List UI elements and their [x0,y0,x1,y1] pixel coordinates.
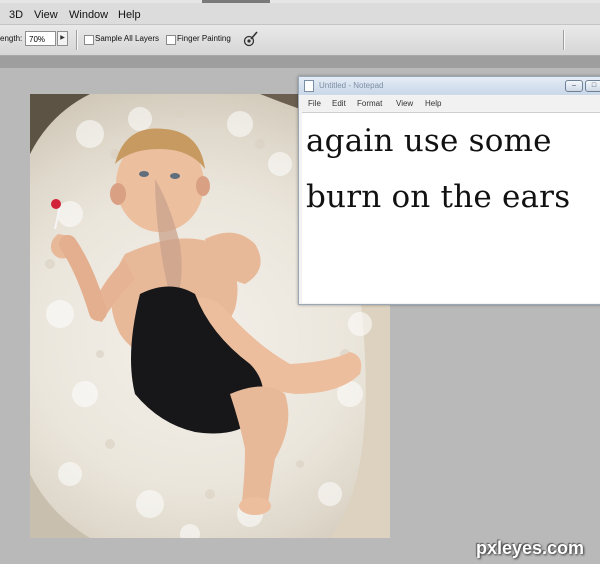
strength-input[interactable]: 70% [25,31,56,46]
brush-pressure-icon[interactable] [242,30,260,48]
separator [563,30,565,50]
menu-bar: 3D View Window Help [0,0,600,25]
notepad-text-line: again use some [306,123,552,159]
notepad-title: Untitled - Notepad [319,81,384,90]
document-frame-bar [0,56,600,68]
notepad-text-line: burn on the ears [306,179,571,215]
maximize-button[interactable]: □ [585,80,600,92]
strength-dropdown-button[interactable]: ▶ [57,31,68,46]
notepad-text-area[interactable]: again use some burn on the ears [302,112,600,303]
notepad-menu-bar: File Edit Format View Help [299,96,600,111]
tab-strip [0,0,600,3]
notepad-menu-edit[interactable]: Edit [332,99,346,108]
menu-window[interactable]: Window [69,9,108,21]
notepad-menu-help[interactable]: Help [425,99,441,108]
menu-3d[interactable]: 3D [9,9,23,21]
notepad-menu-view[interactable]: View [396,99,413,108]
menu-help[interactable]: Help [118,9,141,21]
document-tab[interactable] [202,0,270,3]
finger-painting-label: Finger Painting [177,34,231,43]
notepad-title-bar[interactable]: Untitled - Notepad – □ [299,77,600,95]
notepad-app-icon [304,80,314,92]
separator [76,30,78,50]
strength-label: ength: [0,34,23,43]
sample-all-layers-checkbox[interactable] [84,35,94,45]
watermark-logo: pxleyes.com [476,538,585,558]
finger-painting-checkbox[interactable] [166,35,176,45]
notepad-menu-file[interactable]: File [308,99,321,108]
minimize-button[interactable]: – [565,80,583,92]
menu-view[interactable]: View [34,9,58,21]
notepad-window[interactable]: Untitled - Notepad – □ File Edit Format … [298,76,600,305]
notepad-menu-format[interactable]: Format [357,99,382,108]
options-bar: ength: 70% ▶ Sample All Layers Finger Pa… [0,25,600,56]
sample-all-layers-label: Sample All Layers [95,34,160,43]
